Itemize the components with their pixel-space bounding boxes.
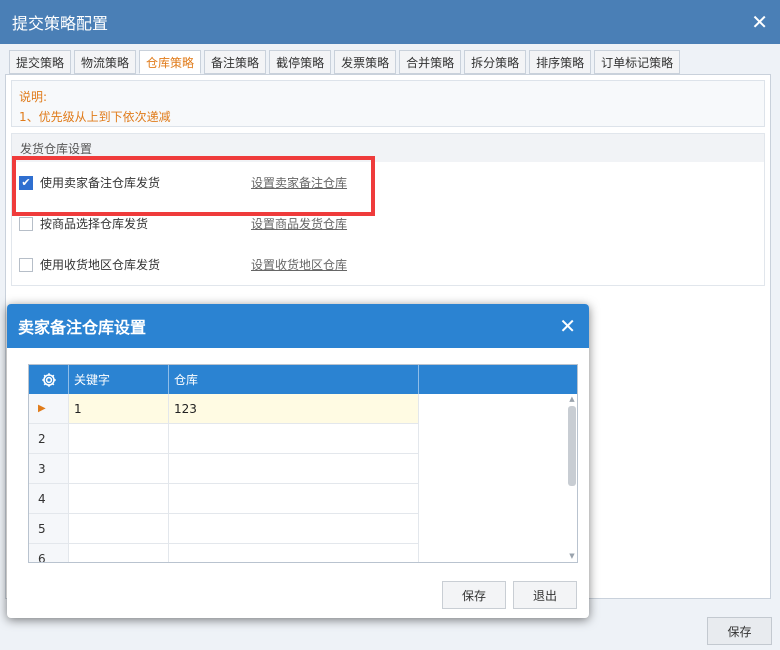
warehouse-cell[interactable] — [169, 514, 419, 544]
scroll-up-icon[interactable]: ▲ — [566, 394, 577, 404]
option-label: 使用收货地区仓库发货 — [40, 258, 161, 272]
seller-remark-warehouse-dialog: 卖家备注仓库设置 ✕ 关键字 仓库 ▶ 1 123 2 3 4 5 6 ▲ ▼ … — [7, 304, 589, 618]
tab-submit-strategy[interactable]: 提交策略 — [9, 50, 72, 74]
dialog-titlebar: 卖家备注仓库设置 ✕ — [7, 304, 589, 348]
warehouse-cell[interactable] — [169, 454, 419, 484]
grid-body: ▶ 1 123 2 3 4 5 6 — [29, 394, 577, 562]
table-row[interactable]: 3 — [29, 454, 577, 484]
keyword-cell[interactable] — [69, 484, 169, 514]
keyword-cell[interactable] — [69, 514, 169, 544]
set-product-warehouse-link[interactable]: 设置商品发货仓库 — [251, 215, 347, 232]
play-arrow-icon: ▶ — [38, 403, 46, 414]
scrollbar-thumb[interactable] — [568, 406, 576, 486]
tab-logistics-strategy[interactable]: 物流策略 — [74, 50, 137, 74]
column-header-warehouse: 仓库 — [169, 365, 419, 394]
table-row[interactable]: 4 — [29, 484, 577, 514]
set-region-warehouse-link[interactable]: 设置收货地区仓库 — [251, 256, 347, 273]
tab-invoice-strategy[interactable]: 发票策略 — [334, 50, 397, 74]
dialog-title: 卖家备注仓库设置 — [18, 318, 147, 337]
column-header-blank — [419, 365, 577, 394]
warehouse-cell[interactable] — [169, 484, 419, 514]
region-warehouse-checkbox[interactable] — [19, 257, 33, 272]
table-row[interactable]: 6 — [29, 544, 577, 562]
main-save-button[interactable]: 保存 — [707, 617, 772, 645]
tab-hold-strategy[interactable]: 截停策略 — [269, 50, 332, 74]
column-header-keyword: 关键字 — [69, 365, 169, 394]
row-pointer: ▶ — [29, 394, 69, 424]
description-note: 说明: 1、优先级从上到下依次递减 — [11, 80, 765, 127]
option-label: 按商品选择仓库发货 — [40, 217, 149, 231]
keyword-cell[interactable] — [69, 454, 169, 484]
product-warehouse-checkbox[interactable] — [19, 216, 33, 231]
note-line: 1、优先级从上到下依次递减 — [19, 110, 171, 124]
keyword-cell[interactable] — [69, 544, 169, 562]
row-number: 3 — [29, 454, 69, 484]
annotation-highlight-box — [12, 156, 375, 216]
tab-sort-strategy[interactable]: 排序策略 — [529, 50, 592, 74]
warehouse-cell[interactable]: 123 — [169, 394, 419, 424]
row-number: 6 — [29, 544, 69, 562]
gear-icon[interactable] — [29, 365, 69, 394]
tab-bar: 提交策略 物流策略 仓库策略 备注策略 截停策略 发票策略 合并策略 拆分策略 … — [9, 50, 683, 74]
keyword-cell[interactable] — [69, 424, 169, 454]
note-heading: 说明: — [19, 90, 48, 104]
row-number: 5 — [29, 514, 69, 544]
table-row[interactable]: 5 — [29, 514, 577, 544]
tab-split-strategy[interactable]: 拆分策略 — [464, 50, 527, 74]
window-title: 提交策略配置 — [12, 14, 109, 33]
close-icon[interactable]: ✕ — [751, 12, 768, 32]
main-titlebar: 提交策略配置 ✕ — [0, 0, 780, 44]
close-icon[interactable]: ✕ — [559, 316, 576, 336]
tab-merge-strategy[interactable]: 合并策略 — [399, 50, 462, 74]
table-row[interactable]: 2 — [29, 424, 577, 454]
grid-header: 关键字 仓库 — [29, 365, 577, 394]
table-row[interactable]: ▶ 1 123 — [29, 394, 577, 424]
grid-scrollbar[interactable]: ▲ — [566, 394, 577, 562]
warehouse-cell[interactable] — [169, 544, 419, 562]
option-region-warehouse: 使用收货地区仓库发货 设置收货地区仓库 — [12, 244, 764, 285]
dialog-exit-button[interactable]: 退出 — [513, 581, 577, 609]
row-number: 4 — [29, 484, 69, 514]
tab-remark-strategy[interactable]: 备注策略 — [204, 50, 267, 74]
warehouse-keyword-grid: 关键字 仓库 ▶ 1 123 2 3 4 5 6 ▲ ▼ — [28, 364, 578, 563]
tab-warehouse-strategy[interactable]: 仓库策略 — [139, 50, 202, 74]
row-number: 2 — [29, 424, 69, 454]
keyword-cell[interactable]: 1 — [69, 394, 169, 424]
warehouse-cell[interactable] — [169, 424, 419, 454]
dialog-save-button[interactable]: 保存 — [442, 581, 506, 609]
scroll-down-icon[interactable]: ▼ — [566, 551, 577, 561]
tab-order-mark-strategy[interactable]: 订单标记策略 — [594, 50, 681, 74]
